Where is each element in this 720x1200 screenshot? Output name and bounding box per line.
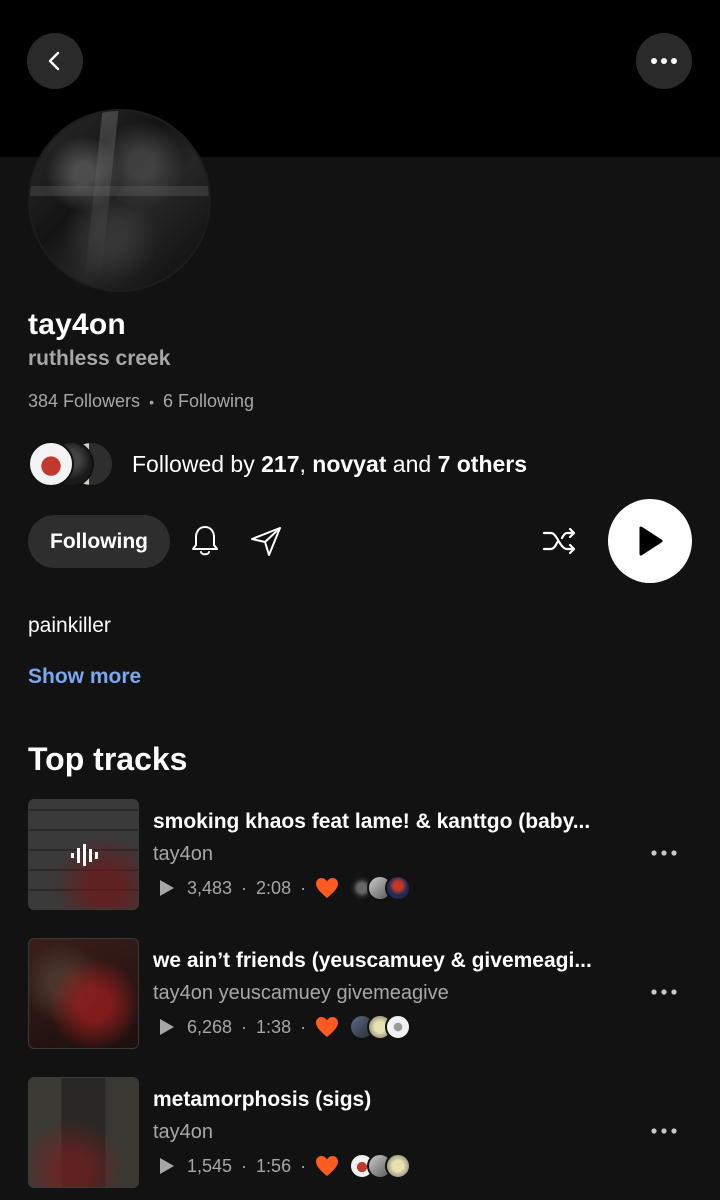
back-button[interactable] — [27, 33, 83, 89]
followed-by-first: 217 — [261, 451, 300, 477]
heart-icon — [315, 1155, 339, 1177]
send-icon — [251, 527, 281, 556]
track-more-button[interactable] — [648, 841, 680, 865]
show-more-link[interactable]: Show more — [28, 665, 141, 689]
shuffle-icon — [542, 527, 576, 555]
more-horizontal-icon — [651, 989, 677, 995]
track-duration: 1:38 — [256, 1016, 292, 1037]
play-count-icon — [160, 880, 174, 896]
meta-separator: · — [241, 877, 248, 898]
track-likers[interactable] — [349, 1014, 412, 1040]
track-play-count: 3,483 — [187, 877, 233, 898]
track-more-button[interactable] — [648, 1119, 680, 1143]
followed-by-prefix: Followed by — [132, 451, 262, 477]
liker-avatar — [385, 875, 412, 901]
followed-by-comma: , — [299, 451, 313, 477]
track-play-count: 6,268 — [187, 1016, 233, 1037]
track-more-button[interactable] — [648, 980, 680, 1004]
track-likers[interactable] — [349, 1153, 412, 1179]
liker-avatar — [385, 1153, 412, 1179]
share-button[interactable] — [245, 520, 287, 562]
meta-separator: · — [300, 1016, 307, 1037]
meta-separator: · — [241, 1016, 248, 1037]
mutual-followers-avatars[interactable] — [28, 441, 114, 487]
followers-count[interactable]: 384 Followers — [28, 391, 140, 412]
track-duration: 2:08 — [256, 877, 292, 898]
track-meta: 6,268 · 1:38 · — [153, 1014, 412, 1040]
heart-icon — [315, 877, 339, 899]
meta-separator: · — [241, 1155, 248, 1176]
chevron-left-icon — [48, 51, 60, 71]
play-icon — [639, 526, 663, 556]
notifications-button[interactable] — [184, 520, 226, 562]
track-row[interactable]: smoking khaos feat lame! & kanttgo (baby… — [0, 799, 720, 911]
liker-avatar — [385, 1014, 412, 1040]
track-artist[interactable]: tay4on yeuscamuey givemeagive — [153, 982, 449, 1005]
track-title: metamorphosis (sigs) — [153, 1088, 372, 1111]
play-count-icon — [160, 1019, 174, 1035]
top-tracks-title: Top tracks — [28, 741, 188, 777]
track-likers[interactable] — [349, 875, 412, 901]
profile-avatar[interactable] — [28, 109, 211, 292]
follow-stats: 384 Followers • 6 Following — [28, 391, 254, 412]
track-duration: 1:56 — [256, 1155, 292, 1176]
track-artist[interactable]: tay4on — [153, 843, 213, 866]
more-horizontal-icon — [651, 58, 677, 64]
profile-bio: painkiller — [28, 614, 111, 637]
artist-profile-page: tay4on ruthless creek 384 Followers • 6 … — [0, 0, 720, 1200]
track-artwork[interactable] — [28, 938, 139, 1049]
more-horizontal-icon — [651, 850, 677, 856]
meta-separator: · — [300, 877, 307, 898]
profile-username: tay4on — [28, 308, 126, 341]
track-row[interactable]: metamorphosis (sigs) tay4on 1,545 · 1:56… — [0, 1077, 720, 1189]
track-title: we ain’t friends (yeuscamuey & givemeagi… — [153, 949, 592, 972]
shuffle-button[interactable] — [538, 520, 582, 562]
heart-icon — [315, 1016, 339, 1038]
more-options-button[interactable] — [636, 33, 692, 89]
meta-separator: · — [300, 1155, 307, 1176]
followed-by-others: 7 others — [437, 451, 528, 477]
track-title: smoking khaos feat lame! & kanttgo (baby… — [153, 810, 591, 833]
play-button[interactable] — [608, 499, 692, 583]
followed-by-text[interactable]: Followed by 217, novyat and 7 others — [132, 451, 527, 478]
track-artwork[interactable] — [28, 1077, 139, 1188]
followed-by-and: and — [386, 451, 438, 477]
track-artist[interactable]: tay4on — [153, 1121, 213, 1144]
stats-separator: • — [149, 393, 154, 410]
profile-location: ruthless creek — [28, 347, 171, 370]
track-meta: 3,483 · 2:08 · — [153, 875, 412, 901]
track-play-count: 1,545 — [187, 1155, 233, 1176]
mutual-avatar — [28, 441, 74, 487]
following-button[interactable]: Following — [28, 515, 170, 568]
bell-icon — [192, 526, 218, 556]
now-playing-waveform-icon — [70, 843, 98, 866]
track-row[interactable]: we ain’t friends (yeuscamuey & givemeagi… — [0, 938, 720, 1050]
track-meta: 1,545 · 1:56 · — [153, 1153, 412, 1179]
play-count-icon — [160, 1158, 174, 1174]
following-count[interactable]: 6 Following — [163, 391, 254, 412]
track-artwork[interactable] — [28, 799, 139, 910]
more-horizontal-icon — [651, 1128, 677, 1134]
followed-by-second: novyat — [312, 451, 387, 477]
